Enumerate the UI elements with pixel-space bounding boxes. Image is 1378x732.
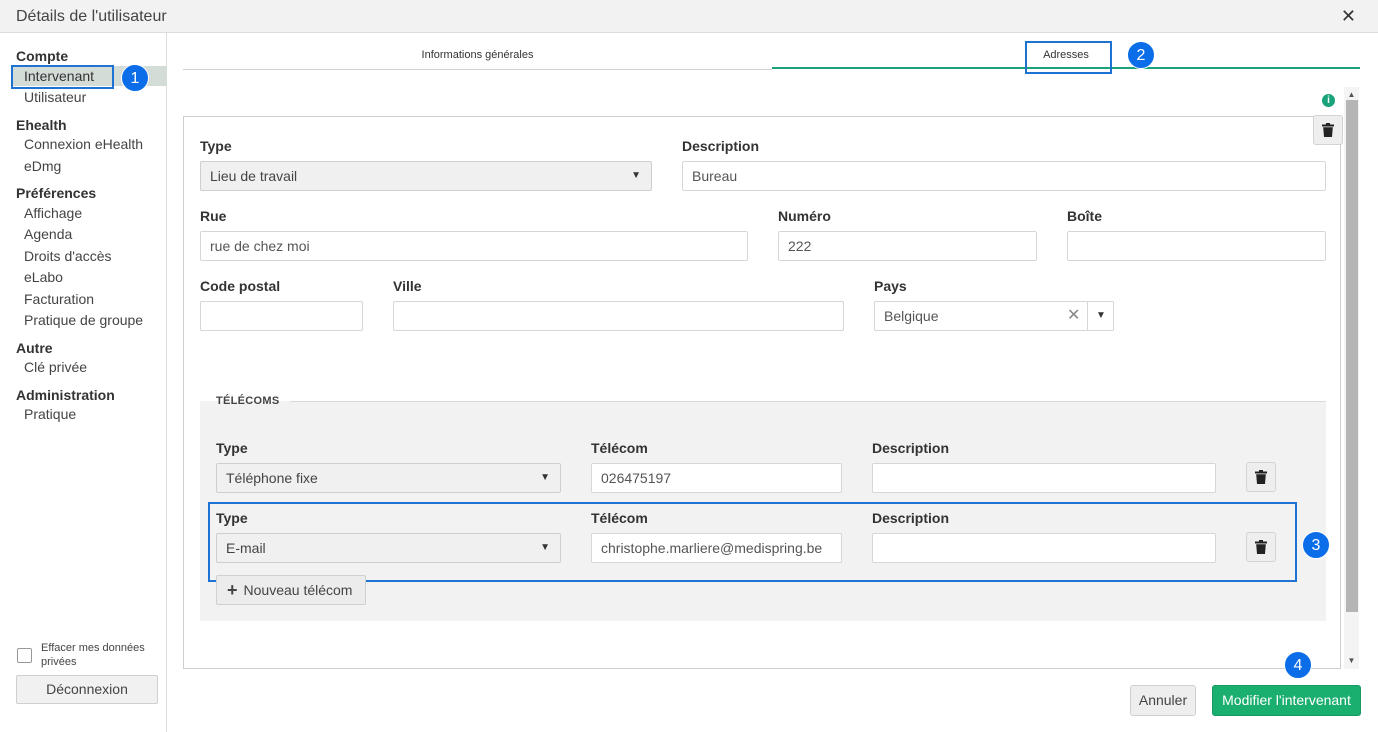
address-description-field[interactable]: Bureau [682, 161, 1326, 191]
sidebar-group-compte: Compte [16, 48, 69, 64]
number-label: Numéro [778, 208, 831, 224]
address-type-select[interactable]: Lieu de travail ▼ [200, 161, 652, 191]
clear-icon[interactable]: ✕ [1067, 302, 1080, 330]
scrollbar-thumb[interactable] [1346, 100, 1358, 612]
street-label: Rue [200, 208, 227, 224]
box-field[interactable] [1067, 231, 1326, 261]
cancel-button[interactable]: Annuler [1130, 685, 1196, 716]
country-select[interactable]: Belgique ✕ ▼ [874, 301, 1114, 331]
clear-data-label: Effacer mes données privées [41, 642, 145, 668]
scroll-down-icon[interactable]: ▼ [1344, 656, 1359, 665]
delete-telecom-button[interactable] [1246, 462, 1276, 492]
telecoms-divider [290, 401, 1326, 402]
tab-adresses[interactable]: Adresses [1026, 49, 1106, 61]
sidebar-item-utilisateur[interactable]: Utilisateur [24, 89, 86, 105]
step-badge-2: 2 [1127, 41, 1155, 69]
sidebar-item-affichage[interactable]: Affichage [24, 205, 82, 221]
sidebar-group-autre: Autre [16, 340, 53, 356]
chevron-down-icon: ▼ [631, 170, 641, 181]
tabs-active-underline [772, 67, 1360, 69]
add-telecom-button[interactable]: + Nouveau télécom [216, 575, 366, 605]
sidebar-group-administration: Administration [16, 387, 115, 403]
city-field[interactable] [393, 301, 844, 331]
telecom-type-label: Type [216, 510, 248, 526]
logout-button[interactable]: Déconnexion [16, 675, 158, 704]
chevron-down-icon: ▼ [540, 472, 550, 483]
address-type-value: Lieu de travail [210, 168, 298, 184]
step-badge-3: 3 [1302, 531, 1330, 559]
dialog-titlebar: Détails de l'utilisateur ✕ [0, 0, 1378, 33]
sidebar-item-elabo[interactable]: eLabo [24, 269, 63, 285]
trash-icon [1322, 123, 1334, 137]
country-label: Pays [874, 278, 907, 294]
delete-telecom-button[interactable] [1246, 532, 1276, 562]
scroll-up-icon[interactable]: ▲ [1344, 90, 1359, 99]
telecom-type-label: Type [216, 440, 248, 456]
trash-icon [1255, 470, 1267, 484]
info-icon[interactable]: i [1322, 94, 1335, 107]
sidebar-group-preferences: Préférences [16, 185, 97, 201]
telecom-type-value: Téléphone fixe [226, 470, 318, 486]
country-divider [1087, 302, 1088, 330]
add-telecom-label: Nouveau télécom [243, 582, 353, 598]
country-value: Belgique [884, 308, 939, 324]
clear-data-checkbox[interactable] [17, 648, 32, 663]
telecom-description-field[interactable] [872, 533, 1216, 563]
step-badge-1: 1 [121, 64, 149, 92]
postal-code-field[interactable] [200, 301, 363, 331]
tab-informations-generales[interactable]: Informations générales [183, 49, 772, 61]
address-description-label: Description [682, 138, 760, 154]
telecom-value-label: Télécom [591, 510, 648, 526]
dialog-title: Détails de l'utilisateur [16, 8, 167, 25]
telecom-description-field[interactable] [872, 463, 1216, 493]
address-type-label: Type [200, 138, 232, 154]
tabs-underline [183, 69, 772, 70]
save-button[interactable]: Modifier l'intervenant [1212, 685, 1361, 716]
street-field[interactable]: rue de chez moi [200, 231, 748, 261]
city-label: Ville [393, 278, 422, 294]
telecom-type-select[interactable]: Téléphone fixe ▼ [216, 463, 561, 493]
telecom-type-value: E-mail [226, 540, 266, 556]
step-badge-4: 4 [1284, 651, 1312, 679]
sidebar-item-connexion-ehealth[interactable]: Connexion eHealth [24, 136, 143, 152]
telecom-description-label: Description [872, 440, 950, 456]
telecom-value-field[interactable]: christophe.marliere@medispring.be [591, 533, 842, 563]
sidebar-item-facturation[interactable]: Facturation [24, 291, 94, 307]
plus-icon: + [227, 580, 238, 600]
trash-icon [1255, 540, 1267, 554]
sidebar-item-agenda[interactable]: Agenda [24, 226, 72, 242]
telecom-type-select[interactable]: E-mail ▼ [216, 533, 561, 563]
telecom-value-field[interactable]: 026475197 [591, 463, 842, 493]
sidebar-item-cle-privee[interactable]: Clé privée [24, 359, 87, 375]
telecom-value-label: Télécom [591, 440, 648, 456]
sidebar-item-pratique[interactable]: Pratique [24, 406, 76, 422]
telecoms-section [200, 401, 1326, 621]
telecom-description-label: Description [872, 510, 950, 526]
sidebar-item-droits-acces[interactable]: Droits d'accès [24, 248, 111, 264]
delete-address-button[interactable] [1313, 115, 1343, 145]
sidebar-item-pratique-de-groupe[interactable]: Pratique de groupe [24, 312, 143, 328]
sidebar-group-ehealth: Ehealth [16, 117, 67, 133]
chevron-down-icon: ▼ [540, 542, 550, 553]
number-field[interactable]: 222 [778, 231, 1037, 261]
sidebar-item-edmg[interactable]: eDmg [24, 158, 61, 174]
postal-code-label: Code postal [200, 278, 281, 294]
close-icon[interactable]: ✕ [1341, 6, 1356, 27]
box-label: Boîte [1067, 208, 1102, 224]
telecoms-legend: TÉLÉCOMS [216, 395, 280, 407]
chevron-down-icon[interactable]: ▼ [1096, 302, 1106, 330]
